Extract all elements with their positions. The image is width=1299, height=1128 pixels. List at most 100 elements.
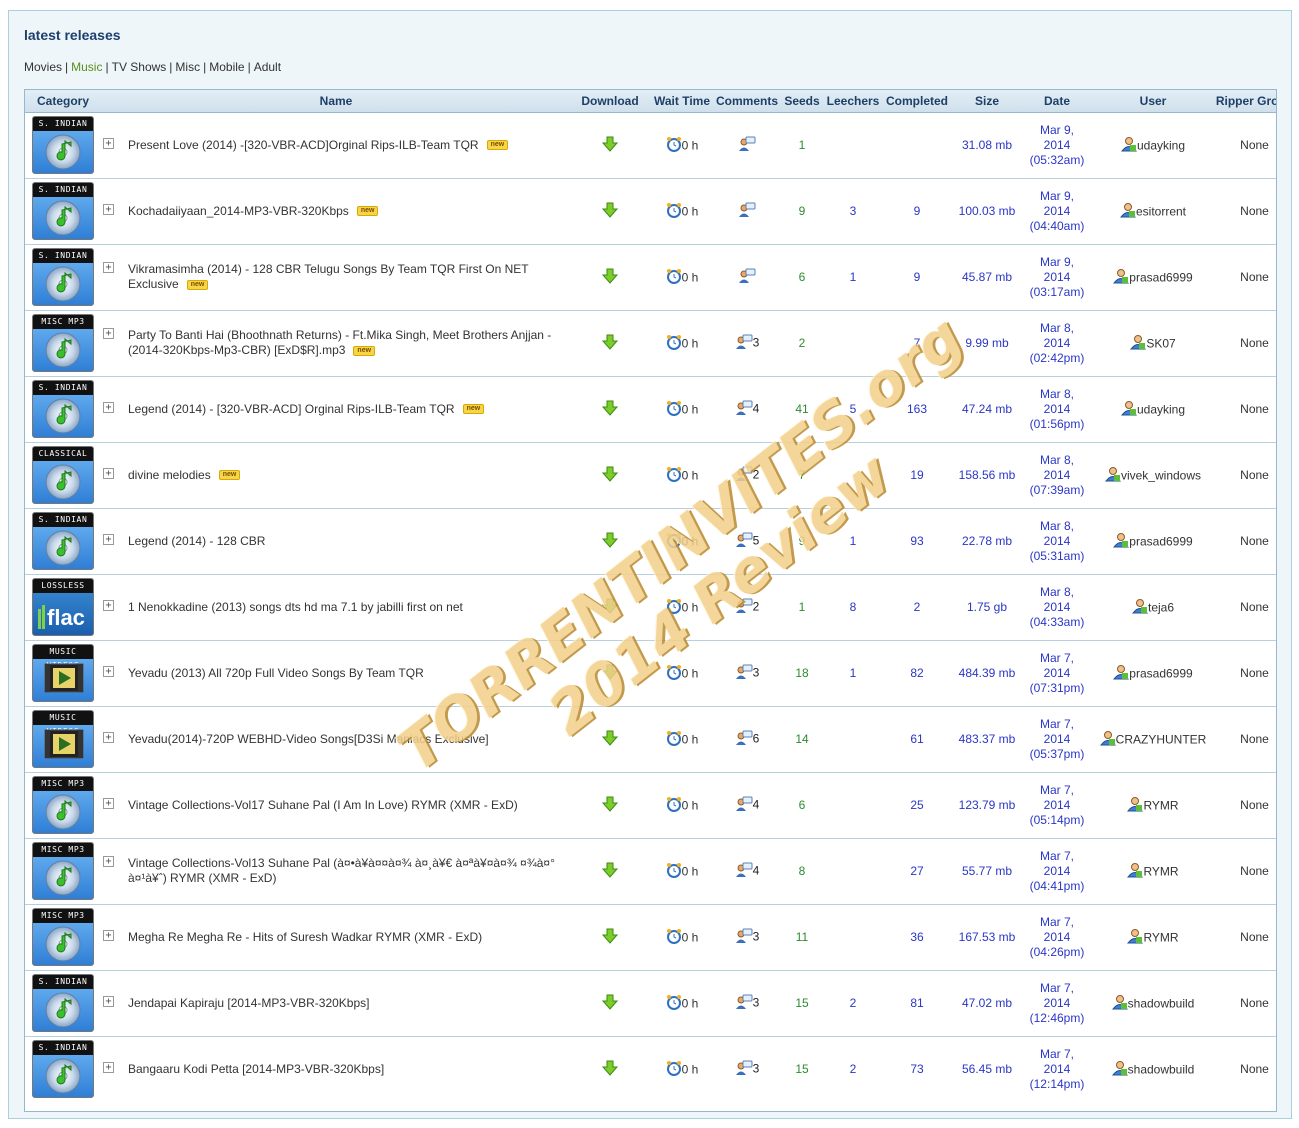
comment-icon[interactable] [735, 334, 753, 353]
expand-icon[interactable]: + [103, 262, 114, 273]
torrent-name[interactable]: Bangaaru Kodi Petta [2014-MP3-VBR-320Kbp… [128, 1062, 384, 1077]
category-icon-music-disc[interactable]: MISC MP3 [32, 842, 94, 900]
torrent-name[interactable]: Legend (2014) - [320-VBR-ACD] Orginal Ri… [128, 402, 485, 417]
torrent-name[interactable]: Present Love (2014) -[320-VBR-ACD]Orgina… [128, 138, 509, 153]
torrent-name[interactable]: 1 Nenokkadine (2013) songs dts hd ma 7.1… [128, 600, 463, 615]
user-name-link[interactable]: esitorrent [1136, 204, 1186, 218]
torrent-name-link[interactable]: Yevadu(2014)-720P WEBHD-Video Songs[D3Si… [128, 732, 489, 746]
comment-icon[interactable] [735, 598, 753, 617]
torrent-name[interactable]: Vintage Collections-Vol17 Suhane Pal (I … [128, 798, 518, 813]
download-arrow-icon[interactable] [601, 136, 619, 155]
user-name-link[interactable]: RYMR [1143, 864, 1178, 878]
column-header-category[interactable]: Category [25, 90, 101, 113]
nav-link-misc[interactable]: Misc [175, 60, 200, 74]
user-name-link[interactable]: udayking [1137, 402, 1185, 416]
expand-icon[interactable]: + [103, 533, 114, 545]
expand-icon[interactable]: + [103, 401, 114, 413]
torrent-name-link[interactable]: divine melodies [128, 468, 211, 482]
user-name-link[interactable]: RYMR [1143, 930, 1178, 944]
user-name-link[interactable]: prasad6999 [1129, 270, 1192, 284]
download-arrow-icon[interactable] [601, 268, 619, 287]
nav-link-movies[interactable]: Movies [24, 60, 62, 74]
expand-icon[interactable]: + [103, 929, 114, 941]
torrent-name-link[interactable]: Vintage Collections-Vol17 Suhane Pal (I … [128, 798, 518, 812]
torrent-name-link[interactable]: Megha Re Megha Re - Hits of Suresh Wadka… [128, 930, 482, 944]
comment-icon[interactable] [735, 796, 753, 815]
torrent-name-link[interactable]: Yevadu (2013) All 720p Full Video Songs … [128, 666, 424, 680]
expand-icon[interactable]: + [103, 328, 114, 339]
nav-link-mobile[interactable]: Mobile [209, 60, 244, 74]
torrent-name-link[interactable]: Party To Banti Hai (Bhoothnath Returns) … [128, 328, 551, 357]
category-icon-music-disc[interactable]: S. INDIAN [32, 116, 94, 174]
download-arrow-icon[interactable] [601, 598, 619, 617]
user-name-link[interactable]: vivek_windows [1121, 468, 1201, 482]
category-icon-flac[interactable]: LOSSLESS flac [32, 578, 94, 636]
download-arrow-icon[interactable] [601, 400, 619, 419]
user-name-link[interactable]: prasad6999 [1129, 666, 1192, 680]
user-name-link[interactable]: prasad6999 [1129, 534, 1192, 548]
category-icon-music-disc[interactable]: S. INDIAN [32, 182, 94, 240]
nav-link-tv-shows[interactable]: TV Shows [112, 60, 167, 74]
torrent-name[interactable]: Yevadu(2014)-720P WEBHD-Video Songs[D3Si… [128, 732, 489, 747]
comment-icon[interactable] [735, 994, 753, 1013]
expand-icon[interactable]: + [103, 731, 114, 743]
category-icon-music-disc[interactable]: S. INDIAN [32, 248, 94, 306]
torrent-name-link[interactable]: Present Love (2014) -[320-VBR-ACD]Orgina… [128, 138, 479, 152]
category-icon-music-disc[interactable]: MISC MP3 [32, 908, 94, 966]
category-icon-video[interactable]: MUSIC VIDEOS [32, 710, 94, 768]
nav-link-music[interactable]: Music [71, 60, 102, 74]
download-arrow-icon[interactable] [601, 862, 619, 881]
comment-icon[interactable] [738, 136, 756, 155]
torrent-name[interactable]: Vikramasimha (2014) - 128 CBR Telugu Son… [128, 262, 571, 292]
column-header-name[interactable]: Name [101, 90, 571, 113]
comment-icon[interactable] [735, 730, 753, 749]
category-icon-music-disc[interactable]: MISC MP3 [32, 776, 94, 834]
torrent-name[interactable]: Yevadu (2013) All 720p Full Video Songs … [128, 666, 424, 681]
torrent-name-link[interactable]: Jendapai Kapiraju [2014-MP3-VBR-320Kbps] [128, 996, 369, 1010]
torrent-name[interactable]: Kochadaiiyaan_2014-MP3-VBR-320Kbps new [128, 204, 379, 219]
comment-icon[interactable] [735, 466, 753, 485]
comment-icon[interactable] [738, 202, 756, 221]
nav-link-adult[interactable]: Adult [254, 60, 281, 74]
torrent-name[interactable]: Jendapai Kapiraju [2014-MP3-VBR-320Kbps] [128, 996, 369, 1011]
user-name-link[interactable]: SK07 [1146, 336, 1175, 350]
column-header-seeds[interactable]: Seeds [779, 90, 825, 113]
torrent-name-link[interactable]: Bangaaru Kodi Petta [2014-MP3-VBR-320Kbp… [128, 1062, 384, 1076]
column-header-download[interactable]: Download [571, 90, 649, 113]
torrent-name-link[interactable]: Kochadaiiyaan_2014-MP3-VBR-320Kbps [128, 204, 349, 218]
user-name-link[interactable]: shadowbuild [1128, 996, 1195, 1010]
download-arrow-icon[interactable] [601, 730, 619, 749]
expand-icon[interactable]: + [103, 467, 114, 479]
torrent-name[interactable]: Vintage Collections-Vol13 Suhane Pal (à¤… [128, 856, 571, 886]
comment-icon[interactable] [735, 862, 753, 881]
category-icon-music-disc[interactable]: S. INDIAN [32, 380, 94, 438]
category-icon-video[interactable]: MUSIC VIDEOS [32, 644, 94, 702]
download-arrow-icon[interactable] [601, 664, 619, 683]
download-arrow-icon[interactable] [601, 1060, 619, 1079]
torrent-name[interactable]: Party To Banti Hai (Bhoothnath Returns) … [128, 328, 571, 358]
torrent-name[interactable]: Megha Re Megha Re - Hits of Suresh Wadka… [128, 930, 482, 945]
expand-icon[interactable]: + [103, 995, 114, 1007]
category-icon-music-disc[interactable]: S. INDIAN [32, 512, 94, 570]
comment-icon[interactable] [738, 268, 756, 287]
expand-icon[interactable]: + [103, 797, 114, 809]
comment-icon[interactable] [735, 400, 753, 419]
expand-icon[interactable]: + [103, 665, 114, 677]
torrent-name-link[interactable]: Vintage Collections-Vol13 Suhane Pal (à¤… [128, 856, 555, 885]
torrent-name-link[interactable]: Legend (2014) - [320-VBR-ACD] Orginal Ri… [128, 402, 455, 416]
expand-icon[interactable]: + [103, 1061, 114, 1073]
comment-icon[interactable] [735, 928, 753, 947]
download-arrow-icon[interactable] [601, 994, 619, 1013]
category-icon-music-disc[interactable]: CLASSICAL [32, 446, 94, 504]
category-icon-music-disc[interactable]: S. INDIAN [32, 1040, 94, 1099]
expand-icon[interactable]: + [103, 203, 114, 215]
download-arrow-icon[interactable] [601, 532, 619, 551]
column-header-wait-time[interactable]: Wait Time [649, 90, 715, 113]
torrent-name[interactable]: Legend (2014) - 128 CBR [128, 534, 265, 549]
category-icon-music-disc[interactable]: MISC MP3 [32, 314, 94, 372]
torrent-name-link[interactable]: 1 Nenokkadine (2013) songs dts hd ma 7.1… [128, 600, 463, 614]
download-arrow-icon[interactable] [601, 928, 619, 947]
torrent-name[interactable]: divine melodies new [128, 468, 241, 483]
user-name-link[interactable]: RYMR [1143, 798, 1178, 812]
torrent-name-link[interactable]: Legend (2014) - 128 CBR [128, 534, 265, 548]
